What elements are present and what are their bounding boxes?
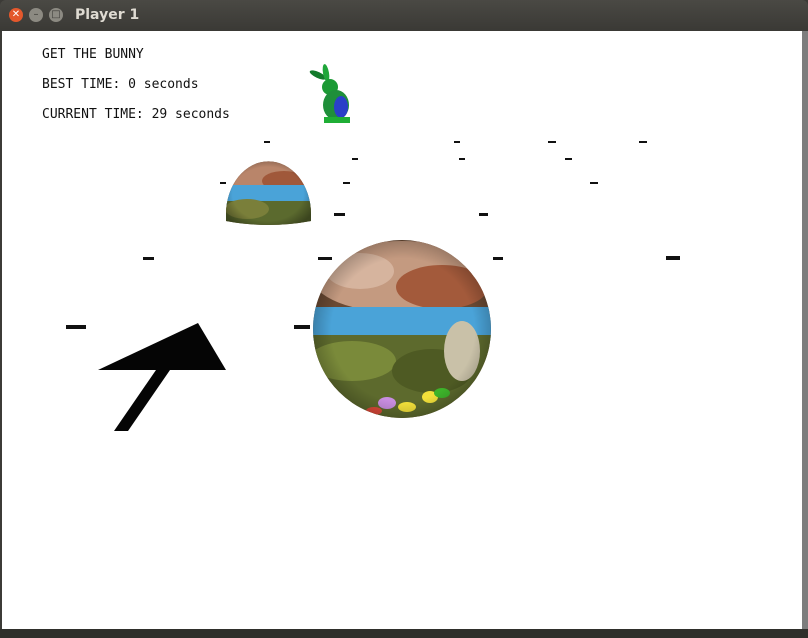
game-viewport[interactable]: GET THE BUNNY BEST TIME: 0 seconds CURRE… bbox=[2, 31, 802, 629]
game-scene bbox=[66, 64, 680, 431]
minimize-icon: – bbox=[33, 9, 39, 20]
tree-shadow bbox=[98, 323, 226, 431]
big-sphere bbox=[313, 240, 491, 418]
bunny-target bbox=[309, 64, 350, 123]
maximize-icon: □ bbox=[51, 9, 61, 20]
window-title: Player 1 bbox=[75, 7, 140, 23]
small-sphere bbox=[226, 161, 311, 225]
close-button[interactable]: ✕ bbox=[9, 8, 23, 22]
background-strip bbox=[802, 31, 808, 629]
window-titlebar[interactable]: ✕ – □ Player 1 bbox=[0, 0, 808, 31]
maximize-button[interactable]: □ bbox=[49, 8, 63, 22]
minimize-button[interactable]: – bbox=[29, 8, 43, 22]
close-icon: ✕ bbox=[11, 9, 21, 20]
window-bottom-edge bbox=[0, 629, 808, 638]
